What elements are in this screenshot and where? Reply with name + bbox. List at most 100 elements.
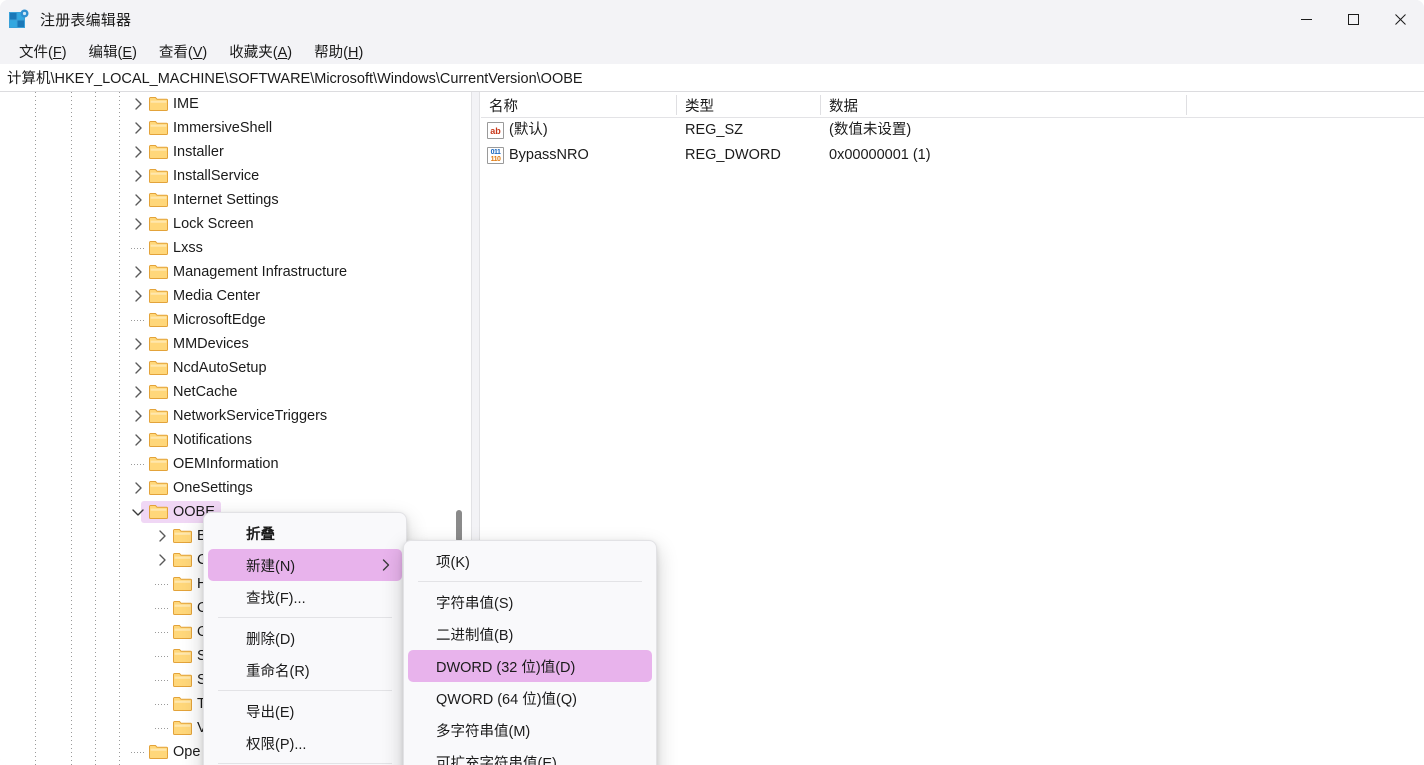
tree-item-immersiveshell[interactable]: ImmersiveShell [0,116,460,140]
folder-icon [149,384,168,399]
chevron-right-icon[interactable] [130,92,146,116]
tree-item-label: NcdAutoSetup [173,356,267,380]
chevron-right-icon[interactable] [130,380,146,404]
menu-edit[interactable]: 编辑(E) [80,39,146,64]
value-row[interactable]: ab(默认)REG_SZ(数值未设置) [481,118,1424,143]
chevron-right-icon[interactable] [130,428,146,452]
tree-item-internet-settings[interactable]: Internet Settings [0,188,460,212]
tree-item-onesettings[interactable]: OneSettings [0,476,460,500]
submenu-item-qword64值q[interactable]: QWORD (64 位)值(Q) [408,682,652,714]
value-row[interactable]: 011110BypassNROREG_DWORD0x00000001 (1) [481,143,1424,168]
menu-item-label: 项(K) [436,551,470,572]
context-menu-item-导出e[interactable]: 导出(E) [208,695,402,727]
chevron-right-icon[interactable] [130,476,146,500]
chevron-down-icon[interactable] [130,500,146,524]
chevron-right-icon[interactable] [130,284,146,308]
chevron-right-icon [382,549,390,581]
context-menu-item-新建n[interactable]: 新建(N) [208,549,402,581]
folder-icon [149,408,168,423]
tree-item-netcache[interactable]: NetCache [0,380,460,404]
new-submenu[interactable]: 项(K) 字符串值(S) 二进制值(B) DWORD (32 位)值(D) QWORD … [403,540,657,765]
close-button[interactable] [1377,0,1424,38]
tree-item-label: MMDevices [173,332,249,356]
folder-icon [149,216,168,231]
column-header-data[interactable]: 数据 [821,92,1186,118]
chevron-right-icon[interactable] [130,212,146,236]
minimize-button[interactable] [1283,0,1330,38]
chevron-right-icon[interactable] [130,140,146,164]
menu-favorites[interactable]: 收藏夹(A) [220,39,301,64]
tree-item-oeminformation[interactable]: OEMInformation [0,452,460,476]
tree-item-lock-screen[interactable]: Lock Screen [0,212,460,236]
menu-file[interactable]: 文件(F) [10,39,76,64]
tree-item-management-infrastructure[interactable]: Management Infrastructure [0,260,460,284]
chevron-right-icon[interactable] [130,164,146,188]
menu-item-label: 重命名(R) [246,660,310,681]
registry-editor-window: 注册表编辑器 文件(F) 编辑(E) 查看(V) 收藏夹(A) 帮助(H) 计算… [0,0,1424,765]
tree-elbow-line [155,680,169,681]
column-header-name[interactable]: 名称 [481,92,676,118]
submenu-item-可扩充字符串值e[interactable]: 可扩充字符串值(E) [408,746,652,765]
chevron-right-icon[interactable] [154,524,170,548]
tree-elbow-line [155,608,169,609]
menu-item-label: QWORD (64 位)值(Q) [436,688,577,709]
submenu-item-项k[interactable]: 项(K) [408,545,652,577]
tree-item-label: InstallService [173,164,259,188]
tree-item-microsoftedge[interactable]: MicrosoftEdge [0,308,460,332]
tree-item-notifications[interactable]: Notifications [0,428,460,452]
chevron-right-icon[interactable] [130,260,146,284]
tree-item-label: OEMInformation [173,452,279,476]
chevron-right-icon[interactable] [154,548,170,572]
tree-item-networkservicetriggers[interactable]: NetworkServiceTriggers [0,404,460,428]
registry-icon [8,9,30,30]
address-bar[interactable]: 计算机\HKEY_LOCAL_MACHINE\SOFTWARE\Microsof… [0,64,1424,92]
tree-elbow-line [131,320,145,321]
tree-item-label: IME [173,92,199,116]
tree-item-ime[interactable]: IME [0,92,460,116]
tree-item-media-center[interactable]: Media Center [0,284,460,308]
menu-item-label: 字符串值(S) [436,592,513,613]
menu-item-label: DWORD (32 位)值(D) [436,656,575,677]
column-header-type[interactable]: 类型 [677,92,820,118]
menu-item-label: 新建(N) [246,555,295,576]
values-row-list: ab(默认)REG_SZ(数值未设置)011110BypassNROREG_DW… [481,118,1424,168]
maximize-button[interactable] [1330,0,1377,38]
menu-help[interactable]: 帮助(H) [305,39,372,64]
tree-item-ncdautosetup[interactable]: NcdAutoSetup [0,356,460,380]
menu-view[interactable]: 查看(V) [150,39,216,64]
tree-item-label: Ope [173,740,200,764]
tree-context-menu[interactable]: 折叠新建(N)查找(F)...删除(D)重命名(R)导出(E)权限(P)...复… [203,512,407,765]
menu-item-label: 可扩充字符串值(E) [436,752,557,765]
folder-icon [149,240,168,255]
context-menu-item-重命名r[interactable]: 重命名(R) [208,654,402,686]
tree-item-label: Management Infrastructure [173,260,347,284]
tree-item-installservice[interactable]: InstallService [0,164,460,188]
submenu-item-多字符串值m[interactable]: 多字符串值(M) [408,714,652,746]
window-controls [1283,0,1424,38]
context-menu-item-权限p[interactable]: 权限(P)... [208,727,402,759]
menu-item-label: 折叠 [246,523,275,544]
submenu-item-二进制值b[interactable]: 二进制值(B) [408,618,652,650]
menu-separator [218,690,392,691]
context-menu-item-查找f[interactable]: 查找(F)... [208,581,402,613]
value-type: REG_DWORD [685,143,815,168]
folder-icon [149,744,168,759]
tree-item-installer[interactable]: Installer [0,140,460,164]
folder-icon [149,456,168,471]
menu-item-label: 删除(D) [246,628,295,649]
chevron-right-icon[interactable] [130,332,146,356]
chevron-right-icon[interactable] [130,188,146,212]
chevron-right-icon[interactable] [130,356,146,380]
tree-item-label: OneSettings [173,476,253,500]
tree-item-label: Internet Settings [173,188,279,212]
context-menu-item-删除d[interactable]: 删除(D) [208,622,402,654]
registry-path[interactable]: 计算机\HKEY_LOCAL_MACHINE\SOFTWARE\Microsof… [7,67,583,88]
chevron-right-icon[interactable] [130,116,146,140]
tree-item-mmdevices[interactable]: MMDevices [0,332,460,356]
tree-scrollbar-thumb[interactable] [456,510,462,542]
chevron-right-icon[interactable] [130,404,146,428]
context-menu-item-折叠[interactable]: 折叠 [208,517,402,549]
tree-item-lxss[interactable]: Lxss [0,236,460,260]
submenu-item-dword32值d[interactable]: DWORD (32 位)值(D) [408,650,652,682]
submenu-item-字符串值s[interactable]: 字符串值(S) [408,586,652,618]
